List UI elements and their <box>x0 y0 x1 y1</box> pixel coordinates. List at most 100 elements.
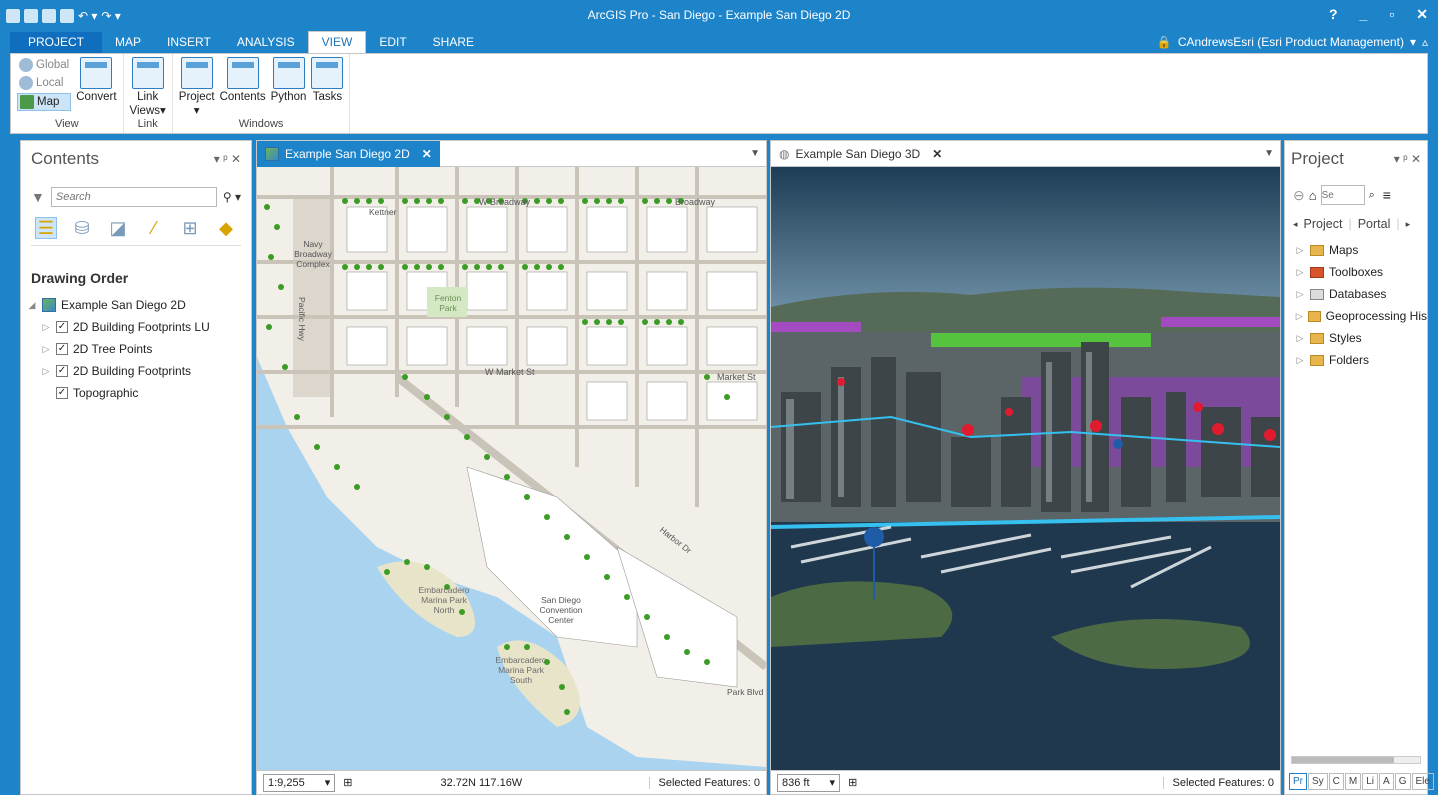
expand-arrow-icon[interactable]: ▷ <box>41 366 51 377</box>
selected-features-3d[interactable]: Selected Features: 0 <box>1163 776 1274 789</box>
tab-list-dropdown-icon[interactable]: ▼ <box>1264 148 1280 159</box>
pane-tab[interactable]: G <box>1394 773 1411 790</box>
tab-project[interactable]: PROJECT <box>10 32 103 53</box>
tab-list-dropdown-icon[interactable]: ▼ <box>750 148 766 159</box>
tasks-button[interactable]: Tasks <box>311 57 344 103</box>
scale-selector[interactable]: 1:9,255 ▾ <box>263 773 336 792</box>
menu-icon[interactable]: ≡ <box>1383 187 1391 203</box>
convert-button[interactable]: Convert <box>76 57 117 103</box>
expand-arrow-icon[interactable]: ▷ <box>41 322 51 333</box>
contents-pane-controls[interactable]: ▾ ᵖ ✕ <box>214 152 241 166</box>
tab-analysis[interactable]: ANALYSIS <box>224 32 308 53</box>
pane-tab[interactable]: Pr <box>1289 773 1307 790</box>
contents-search-input[interactable] <box>50 187 217 207</box>
link-views-icon <box>131 57 164 89</box>
tab-share[interactable]: SHARE <box>420 32 487 53</box>
global-button[interactable]: Global <box>17 57 71 73</box>
new-project-icon[interactable] <box>24 8 38 23</box>
pane-tab[interactable]: M <box>1344 773 1362 790</box>
project-item-geoprocessing-history[interactable]: ▷ Geoprocessing His <box>1285 305 1427 327</box>
map-canvas-2d[interactable]: W Broadway Broadway W Market St Market S… <box>257 167 766 770</box>
snapping-icon[interactable]: ⊞ <box>179 217 201 239</box>
map-extent-icon[interactable]: ⊞ <box>343 776 352 789</box>
contents-pane-button[interactable]: Contents <box>220 57 266 103</box>
horizontal-scrollbar[interactable] <box>1291 756 1421 764</box>
labeling-icon[interactable]: ◆ <box>215 217 237 239</box>
pane-tab[interactable]: Li <box>1362 773 1379 790</box>
pane-tab[interactable]: A <box>1379 773 1394 790</box>
project-item-styles[interactable]: ▷ Styles <box>1285 327 1427 349</box>
project-tree: ▷ Maps ▷ Toolboxes ▷ Databases ▷ Geoprocessi… <box>1285 239 1427 371</box>
data-source-icon[interactable]: ⛁ <box>71 217 93 239</box>
layer-row[interactable]: ▷ ✓ 2D Building Footprints LU <box>27 316 251 338</box>
pane-tab[interactable]: Sy <box>1308 773 1328 790</box>
tab-view[interactable]: VIEW <box>307 31 367 53</box>
local-button[interactable]: Local <box>17 75 71 91</box>
back-icon[interactable]: ⊖ <box>1293 187 1305 204</box>
layer-row[interactable]: ✓ Topographic <box>27 382 251 404</box>
selected-features-2d[interactable]: Selected Features: 0 <box>649 776 760 789</box>
map-icon <box>20 95 34 109</box>
tab-portal[interactable]: Portal <box>1358 217 1391 231</box>
user-menu-caret[interactable]: ▾ <box>1410 35 1416 49</box>
project-search-input[interactable] <box>1320 185 1365 205</box>
tab-project[interactable]: Project <box>1304 217 1343 231</box>
tab-edit[interactable]: EDIT <box>366 32 419 53</box>
save-project-icon[interactable] <box>60 8 74 23</box>
layer-row[interactable]: ▷ ✓ 2D Tree Points <box>27 338 251 360</box>
python-button[interactable]: Python <box>271 57 306 103</box>
undo-icon[interactable]: ↶ ▾ <box>78 9 97 23</box>
open-project-icon[interactable] <box>42 8 56 23</box>
project-pane-controls[interactable]: ▾ ᵖ ✕ <box>1394 152 1421 166</box>
redo-icon[interactable]: ↷ ▾ <box>101 9 120 23</box>
scene-3d[interactable] <box>771 167 1280 770</box>
map-extent-icon[interactable]: ⊞ <box>848 776 857 789</box>
search-icon[interactable]: ⚲ ▾ <box>223 190 241 204</box>
expand-arrow-icon[interactable]: ▷ <box>41 344 51 355</box>
close-button[interactable]: ✕ <box>1416 6 1428 23</box>
filter-icon[interactable]: ▼ <box>31 189 45 205</box>
home-icon[interactable]: ⌂ <box>1309 188 1317 203</box>
collapse-arrow-icon[interactable]: ◢ <box>27 300 37 311</box>
tab-map[interactable]: MAP <box>102 32 154 53</box>
layer-visibility-checkbox[interactable]: ✓ <box>56 321 68 333</box>
layer-visibility-checkbox[interactable]: ✓ <box>56 365 68 377</box>
project-item-toolboxes[interactable]: ▷ Toolboxes <box>1285 261 1427 283</box>
minimize-button[interactable]: _ <box>1360 6 1368 23</box>
tab-map-2d[interactable]: Example San Diego 2D ✕ <box>257 140 440 167</box>
map-button[interactable]: Map <box>17 93 72 111</box>
user-account[interactable]: 🔒 CAndrewsEsri (Esri Product Management)… <box>1157 35 1428 53</box>
search-icon[interactable]: ⌕ <box>1369 189 1375 202</box>
ribbon: Global Local Map Convert View Link Views▾… <box>10 53 1428 134</box>
layer-visibility-checkbox[interactable]: ✓ <box>56 387 68 399</box>
camera-height-selector[interactable]: 836 ft ▾ <box>777 773 841 792</box>
label-broadway: W Broadway <box>479 197 531 207</box>
drawing-order-icon[interactable]: ☰ <box>35 217 57 239</box>
help-button[interactable]: ? <box>1329 6 1338 23</box>
map-canvas-3d[interactable] <box>771 167 1280 770</box>
project-pane: Project ▾ ᵖ ✕ ⊖ ⌂ ⌕ ≡ ◂ Project | Portal… <box>1284 140 1434 795</box>
globe-icon: ◍ <box>779 146 790 161</box>
close-tab-icon[interactable]: ✕ <box>932 147 942 161</box>
ribbon-collapse-icon[interactable]: ▵ <box>1422 35 1428 49</box>
layer-visibility-checkbox[interactable]: ✓ <box>56 343 68 355</box>
database-icon <box>1310 288 1324 300</box>
label-park-blvd: Park Blvd <box>727 687 764 697</box>
map-node[interactable]: ◢ Example San Diego 2D <box>27 294 251 316</box>
tab-insert[interactable]: INSERT <box>154 32 224 53</box>
restore-button[interactable]: ▫ <box>1389 6 1394 23</box>
pane-tab[interactable]: Ele <box>1411 773 1434 790</box>
scroll-right-icon[interactable]: ▸ <box>1406 219 1411 230</box>
close-tab-icon[interactable]: ✕ <box>422 147 432 161</box>
selection-icon[interactable]: ◪ <box>107 217 129 239</box>
project-item-databases[interactable]: ▷ Databases <box>1285 283 1427 305</box>
project-item-maps[interactable]: ▷ Maps <box>1285 239 1427 261</box>
project-pane-button[interactable]: Project ▾ <box>179 57 215 117</box>
link-views-button[interactable]: Link Views▾ <box>130 57 166 117</box>
scroll-left-icon[interactable]: ◂ <box>1293 219 1298 230</box>
layer-row[interactable]: ▷ ✓ 2D Building Footprints <box>27 360 251 382</box>
pane-tab[interactable]: C <box>1328 773 1344 790</box>
tab-map-3d[interactable]: ◍ Example San Diego 3D ✕ <box>771 141 950 167</box>
editing-icon[interactable]: ⁄ <box>143 217 165 239</box>
project-item-folders[interactable]: ▷ Folders <box>1285 349 1427 371</box>
